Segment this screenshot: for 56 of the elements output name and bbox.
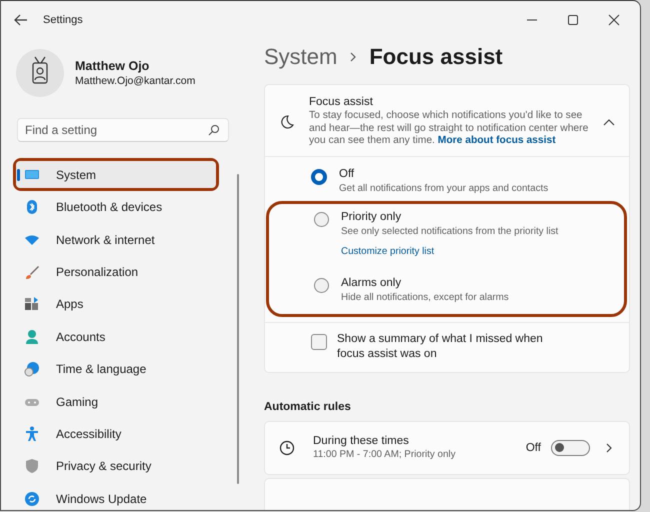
option-label: Alarms only	[341, 276, 402, 289]
shield-icon	[24, 458, 40, 474]
apps-icon	[24, 296, 40, 312]
customize-link[interactable]: Customize priority list	[341, 246, 434, 257]
sidebar-item[interactable]: Bluetooth & devices	[13, 191, 238, 224]
radio-button[interactable]	[314, 278, 329, 293]
sidebar-item[interactable]: Apps	[13, 288, 238, 321]
toggle-switch[interactable]	[551, 440, 590, 456]
card-title: Focus assist	[309, 96, 374, 108]
avatar-icon	[16, 49, 64, 97]
option-description: See only selected notifications from the priority list	[341, 226, 558, 237]
rule-card[interactable]: During these times 11:00 PM - 7:00 AM; Priority only Off	[264, 420, 630, 475]
toggle-state: Off	[526, 442, 541, 454]
rule-title: During these times	[313, 435, 410, 448]
sidebar-item[interactable]: Time & language	[13, 352, 238, 386]
moon-icon	[279, 114, 295, 130]
checkbox[interactable]	[311, 334, 327, 350]
option-label: Priority only	[341, 210, 402, 223]
brush-icon	[24, 264, 40, 280]
option-description: Hide all notifications, except for alarms	[341, 292, 509, 303]
bluetooth-icon	[24, 199, 40, 216]
person-icon	[24, 328, 40, 345]
sidebar-item[interactable]: Network & internet	[13, 223, 238, 256]
option-label: Off	[339, 168, 356, 180]
update-icon	[24, 490, 40, 507]
page-title: Focus assist	[369, 44, 503, 70]
sidebar-item[interactable]: System	[16, 161, 216, 188]
section-heading: Automatic rules	[264, 400, 352, 413]
radio-button[interactable]	[314, 212, 329, 227]
chevron-right-icon	[349, 51, 358, 63]
sidebar-item[interactable]: Personalization	[13, 256, 238, 288]
accessibility-icon	[24, 426, 40, 442]
back-icon[interactable]	[14, 14, 28, 26]
window-title: Settings	[43, 14, 83, 26]
user-email: Matthew.Ojo@kantar.com	[75, 75, 196, 87]
sidebar-item[interactable]: Privacy & security	[13, 450, 238, 483]
card-description: To stay focused, choose which notifications you'd like to see and hear—the rest will go straight to notification center where you can see them any time. More about focus assist	[309, 110, 590, 148]
search-icon	[208, 124, 220, 136]
sidebar-item[interactable]: Gaming	[13, 385, 238, 418]
breadcrumb-link[interactable]: System	[264, 44, 338, 70]
chevron-right-icon[interactable]	[605, 442, 613, 454]
sidebar-item[interactable]: Accounts	[13, 320, 238, 353]
clock-icon	[279, 440, 295, 456]
checkbox-label: Show a summary of what I missed when focus assist was on	[337, 332, 544, 362]
search-field[interactable]: Find a setting	[17, 118, 229, 142]
chevron-up-icon[interactable]	[603, 118, 615, 126]
user-name: Matthew Ojo	[75, 59, 150, 73]
sidebar-item[interactable]: Accessibility	[13, 418, 238, 450]
radio-button[interactable]	[311, 168, 327, 185]
rule-subtitle: 11:00 PM - 7:00 AM; Priority only	[313, 449, 456, 460]
option-description: Get all notifications from your apps and contacts	[339, 182, 548, 194]
more-link[interactable]: More about focus assist	[438, 135, 556, 146]
close-icon[interactable]	[608, 14, 620, 26]
scrollbar[interactable]	[237, 174, 239, 484]
sidebar-item[interactable]: Windows Update	[13, 482, 238, 510]
maximize-icon[interactable]	[567, 14, 579, 26]
